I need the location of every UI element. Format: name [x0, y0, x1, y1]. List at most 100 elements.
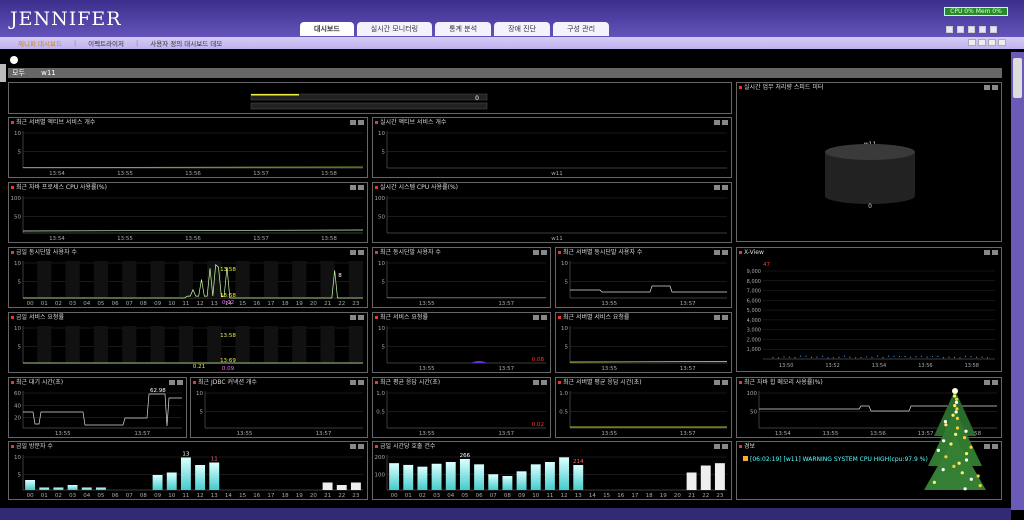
layout-button[interactable]	[998, 39, 1006, 46]
y-tick-label: 60	[14, 391, 21, 397]
bar	[715, 463, 725, 490]
panel-close-icon[interactable]	[358, 250, 364, 255]
bar	[96, 488, 106, 491]
bar	[153, 475, 163, 490]
tree-ornament	[955, 407, 958, 410]
panel-close-icon[interactable]	[992, 380, 998, 385]
panel-close-icon[interactable]	[358, 380, 364, 385]
xview-point	[888, 356, 889, 357]
panel-close-icon[interactable]	[722, 185, 728, 190]
subnav-effectrizer[interactable]: 이펙트라이저	[88, 38, 124, 48]
panel-settings-icon[interactable]	[533, 315, 539, 320]
alert-message[interactable]: [06:02:19] [w11] WARNING SYSTEM CPU HIGH…	[743, 456, 928, 463]
tree-ornament	[977, 474, 980, 477]
y-tick-label: 20	[14, 416, 21, 422]
vertical-scrollbar[interactable]	[1011, 52, 1024, 510]
hour-band	[151, 261, 165, 298]
tab-dashboard[interactable]: 대시보드	[300, 22, 354, 36]
panel-settings-icon[interactable]	[169, 380, 175, 385]
panel-close-icon[interactable]	[992, 250, 998, 255]
x-tick-label: 13:57	[253, 171, 269, 177]
panel-close-icon[interactable]	[177, 380, 183, 385]
panel-settings-icon[interactable]	[350, 444, 356, 449]
panel-settings-icon[interactable]	[350, 185, 356, 190]
hour-label: 15	[603, 493, 610, 499]
hour-band	[122, 326, 136, 363]
bar	[432, 464, 442, 490]
panel-settings-icon[interactable]	[350, 315, 356, 320]
panel-settings-icon[interactable]	[350, 250, 356, 255]
side-handle[interactable]	[0, 64, 6, 82]
panel-close-icon[interactable]	[358, 185, 364, 190]
panel-close-icon[interactable]	[722, 444, 728, 449]
print-icon[interactable]	[979, 26, 986, 33]
panel-settings-icon[interactable]	[350, 120, 356, 125]
panel-settings-icon[interactable]	[714, 444, 720, 449]
subnav-custom-dashboard[interactable]: 사용자 정의 대시보드 데모	[150, 38, 222, 48]
panel-close-icon[interactable]	[541, 250, 547, 255]
panel-close-icon[interactable]	[992, 85, 998, 90]
panel-close-icon[interactable]	[358, 120, 364, 125]
xview-point	[948, 357, 949, 358]
y-tick-label: 8,000	[747, 279, 761, 285]
x-tick-label: 13:54	[775, 431, 791, 437]
hour-band	[236, 261, 250, 298]
hour-label: 01	[41, 493, 48, 499]
minimize-icon[interactable]	[946, 26, 953, 33]
panel-settings-icon[interactable]	[984, 380, 990, 385]
panel-settings-icon[interactable]	[350, 380, 356, 385]
panel-settings-icon[interactable]	[714, 380, 720, 385]
panel-settings-icon[interactable]	[714, 250, 720, 255]
panel-close-icon[interactable]	[722, 250, 728, 255]
service-active-panel: 최근 서버별 액티브 서비스 개수 10 5 13:54 13:55 13:56 13:57…	[8, 117, 368, 178]
system-cpu-panel: 실시간 시스템 CPU 사용률(%) 100 50 w11	[372, 182, 732, 243]
speedometer-top	[825, 144, 915, 160]
tab-statistics[interactable]: 통계 분석	[435, 22, 491, 36]
layout-button[interactable]	[968, 39, 976, 46]
hour-label: 22	[702, 493, 709, 499]
y-tick-label: 6,000	[747, 298, 761, 304]
panel-close-icon[interactable]	[722, 120, 728, 125]
help-icon[interactable]	[990, 26, 997, 33]
x-tick-label: 13:56	[870, 431, 886, 437]
panel-close-icon[interactable]	[722, 380, 728, 385]
tab-configuration[interactable]: 구성 관리	[553, 22, 609, 36]
speedometer-value: 0	[868, 203, 872, 210]
toolbar-icons	[946, 26, 997, 33]
layout-button[interactable]	[978, 39, 986, 46]
hour-label: 15	[239, 301, 246, 307]
panel-close-icon[interactable]	[722, 315, 728, 320]
panel-settings-icon[interactable]	[714, 315, 720, 320]
y-tick-label: 10	[14, 131, 21, 137]
panel-close-icon[interactable]	[541, 380, 547, 385]
summary-value: 0	[475, 95, 479, 102]
hour-label: 10	[168, 301, 175, 307]
panel-settings-icon[interactable]	[984, 250, 990, 255]
panel-settings-icon[interactable]	[714, 120, 720, 125]
y-tick-label: 10	[378, 326, 385, 332]
panel-settings-icon[interactable]	[984, 85, 990, 90]
window-icon[interactable]	[957, 26, 964, 33]
x-tick-label: 13:54	[49, 171, 65, 177]
hour-label: 12	[197, 301, 204, 307]
panel-close-icon[interactable]	[358, 315, 364, 320]
hour-band	[66, 261, 80, 298]
export-icon[interactable]	[968, 26, 975, 33]
panel-settings-icon[interactable]	[533, 380, 539, 385]
panel-settings-icon[interactable]	[714, 185, 720, 190]
panel-settings-icon[interactable]	[533, 250, 539, 255]
panel-close-icon[interactable]	[358, 444, 364, 449]
hour-label: 11	[182, 493, 189, 499]
panel-close-icon[interactable]	[992, 444, 998, 449]
status-dot-icon[interactable]	[10, 56, 18, 64]
panel-plot: 10513:54 13:55 13:56 13:57 13:58	[9, 127, 367, 177]
agent-filter-bar[interactable]: 모두 w11	[8, 68, 1002, 78]
layout-button[interactable]	[988, 39, 996, 46]
scrollbar-thumb[interactable]	[1013, 58, 1022, 98]
tab-diagnosis[interactable]: 장애 진단	[494, 22, 550, 36]
subnav-jennifer-dashboard[interactable]: 제니퍼 대시보드	[18, 38, 62, 48]
xview-point	[800, 355, 801, 356]
tab-realtime-monitoring[interactable]: 실시간 모니터링	[357, 22, 432, 36]
hour-label: 01	[41, 301, 48, 307]
panel-close-icon[interactable]	[541, 315, 547, 320]
